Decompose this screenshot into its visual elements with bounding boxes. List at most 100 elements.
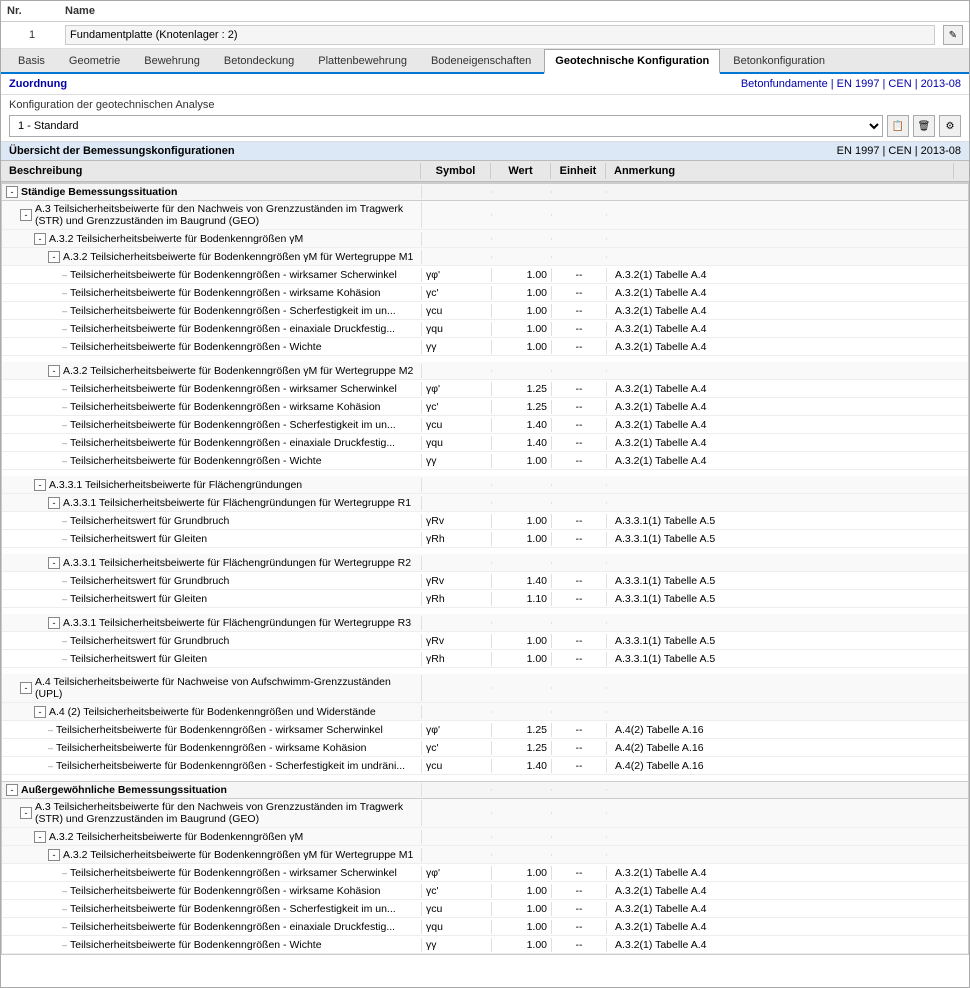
expand-icon[interactable]: -: [20, 807, 32, 819]
tree-group[interactable]: -A.4 Teilsicherheitsbeiwerte für Nachwei…: [2, 674, 968, 703]
row-unit: [552, 711, 607, 713]
expand-icon[interactable]: -: [48, 497, 60, 509]
row-symbol: [422, 562, 492, 564]
config-settings-btn[interactable]: ⚙: [939, 115, 961, 137]
config-select[interactable]: 1 - Standard: [9, 115, 883, 137]
list-item[interactable]: –Teilsicherheitsbeiwerte für Bodenkenngr…: [2, 739, 968, 757]
list-item[interactable]: –Teilsicherheitsbeiwerte für Bodenkenngr…: [2, 864, 968, 882]
tree-group[interactable]: -A.3.3.1 Teilsicherheitsbeiwerte für Flä…: [2, 494, 968, 512]
expand-icon[interactable]: -: [34, 479, 46, 491]
expand-icon[interactable]: -: [48, 849, 60, 861]
tree-group[interactable]: -A.3.2 Teilsicherheitsbeiwerte für Boden…: [2, 828, 968, 846]
row-value: 1.00: [492, 514, 552, 528]
list-item[interactable]: –Teilsicherheitsbeiwerte für Bodenkenngr…: [2, 302, 968, 320]
list-item[interactable]: –Teilsicherheitsbeiwerte für Bodenkenngr…: [2, 936, 968, 954]
tab-bewehrung[interactable]: Bewehrung: [133, 49, 211, 72]
config-copy-btn[interactable]: 📋: [887, 115, 909, 137]
tab-bodeneigenschaften[interactable]: Bodeneigenschaften: [420, 49, 542, 72]
row-symbol: γc': [422, 741, 492, 755]
list-item[interactable]: –Teilsicherheitsbeiwerte für Bodenkenngr…: [2, 721, 968, 739]
row-value: [492, 854, 552, 856]
tree-group[interactable]: -Ständige Bemessungssituation: [2, 183, 968, 201]
list-item[interactable]: –Teilsicherheitsbeiwerte für Bodenkenngr…: [2, 338, 968, 356]
tree-group[interactable]: -A.3.3.1 Teilsicherheitsbeiwerte für Flä…: [2, 614, 968, 632]
expand-icon[interactable]: -: [34, 233, 46, 245]
tab-geotechnische[interactable]: Geotechnische Konfiguration: [544, 49, 720, 74]
list-item[interactable]: –Teilsicherheitsbeiwerte für Bodenkenngr…: [2, 284, 968, 302]
expand-icon[interactable]: -: [48, 365, 60, 377]
tree-container[interactable]: -Ständige Bemessungssituation-A.3 Teilsi…: [1, 182, 969, 955]
tree-group[interactable]: -A.3.2 Teilsicherheitsbeiwerte für Boden…: [2, 362, 968, 380]
list-item[interactable]: –Teilsicherheitsbeiwerte für Bodenkenngr…: [2, 398, 968, 416]
expand-icon[interactable]: -: [48, 251, 60, 263]
tab-basis[interactable]: Basis: [7, 49, 56, 72]
expand-icon[interactable]: -: [6, 186, 18, 198]
row-note: [607, 214, 968, 216]
list-item[interactable]: –Teilsicherheitsbeiwerte für Bodenkenngr…: [2, 416, 968, 434]
tree-group[interactable]: -A.3.3.1 Teilsicherheitsbeiwerte für Flä…: [2, 476, 968, 494]
row-label: Teilsicherheitsbeiwerte für Bodenkenngrö…: [70, 383, 397, 395]
item-name: Fundamentplatte (Knotenlager : 2): [65, 25, 935, 45]
tree-group[interactable]: -A.3.2 Teilsicherheitsbeiwerte für Boden…: [2, 846, 968, 864]
expand-icon[interactable]: -: [34, 706, 46, 718]
row-symbol: γqu: [422, 436, 492, 450]
row-unit: --: [552, 304, 607, 318]
row-symbol: γcu: [422, 304, 492, 318]
list-item[interactable]: –Teilsicherheitswert für GrundbruchγRv1.…: [2, 632, 968, 650]
row-label: A.3.3.1 Teilsicherheitsbeiwerte für Fläc…: [49, 479, 302, 491]
list-item[interactable]: –Teilsicherheitsbeiwerte für Bodenkenngr…: [2, 882, 968, 900]
row-symbol: [422, 789, 492, 791]
tab-geometrie[interactable]: Geometrie: [58, 49, 131, 72]
list-item[interactable]: –Teilsicherheitswert für GrundbruchγRv1.…: [2, 512, 968, 530]
overview-right: EN 1997 | CEN | 2013-08: [837, 145, 961, 157]
row-value: 1.00: [492, 902, 552, 916]
list-item[interactable]: –Teilsicherheitswert für GrundbruchγRv1.…: [2, 572, 968, 590]
expand-icon[interactable]: -: [48, 557, 60, 569]
tree-group[interactable]: -A.3.3.1 Teilsicherheitsbeiwerte für Flä…: [2, 554, 968, 572]
tree-group[interactable]: -A.3.2 Teilsicherheitsbeiwerte für Boden…: [2, 248, 968, 266]
tree-group[interactable]: -A.4 (2) Teilsicherheitsbeiwerte für Bod…: [2, 703, 968, 721]
row-symbol: [422, 711, 492, 713]
list-item[interactable]: –Teilsicherheitswert für GleitenγRh1.10-…: [2, 590, 968, 608]
col-header-wert: Wert: [491, 163, 551, 179]
row-value: 1.00: [492, 268, 552, 282]
list-item[interactable]: –Teilsicherheitsbeiwerte für Bodenkenngr…: [2, 266, 968, 284]
row-label: Teilsicherheitswert für Gleiten: [70, 593, 207, 605]
list-item[interactable]: –Teilsicherheitsbeiwerte für Bodenkenngr…: [2, 918, 968, 936]
row-note: A.4(2) Tabelle A.16: [607, 741, 968, 755]
edit-button[interactable]: ✎: [943, 25, 963, 45]
tree-group[interactable]: -A.3 Teilsicherheitsbeiwerte für den Nac…: [2, 201, 968, 230]
list-item[interactable]: –Teilsicherheitsbeiwerte für Bodenkenngr…: [2, 452, 968, 470]
list-item[interactable]: –Teilsicherheitswert für GleitenγRh1.00-…: [2, 650, 968, 668]
config-delete-btn[interactable]: 🗑: [913, 115, 935, 137]
tab-betondeckung[interactable]: Betondeckung: [213, 49, 305, 72]
row-label: A.3.2 Teilsicherheitsbeiwerte für Bodenk…: [63, 849, 413, 861]
row-value: 1.40: [492, 436, 552, 450]
row-symbol: γγ: [422, 454, 492, 468]
row-label: A.3.3.1 Teilsicherheitsbeiwerte für Fläc…: [63, 497, 411, 509]
tree-group[interactable]: -Außergewöhnliche Bemessungssituation: [2, 781, 968, 799]
row-note: [607, 812, 968, 814]
leaf-dash: –: [62, 306, 67, 316]
row-note: A.3.2(1) Tabelle A.4: [607, 340, 968, 354]
row-symbol: γφ': [422, 382, 492, 396]
expand-icon[interactable]: -: [20, 209, 32, 221]
list-item[interactable]: –Teilsicherheitsbeiwerte für Bodenkenngr…: [2, 380, 968, 398]
expand-icon[interactable]: -: [48, 617, 60, 629]
list-item[interactable]: –Teilsicherheitsbeiwerte für Bodenkenngr…: [2, 320, 968, 338]
expand-icon[interactable]: -: [34, 831, 46, 843]
row-value: 1.00: [492, 652, 552, 666]
list-item[interactable]: –Teilsicherheitsbeiwerte für Bodenkenngr…: [2, 757, 968, 775]
overview-header: Übersicht der Bemessungskonfigurationen …: [1, 142, 969, 161]
tree-group[interactable]: -A.3 Teilsicherheitsbeiwerte für den Nac…: [2, 799, 968, 828]
tab-betonkonfiguration[interactable]: Betonkonfiguration: [722, 49, 836, 72]
list-item[interactable]: –Teilsicherheitswert für GleitenγRh1.00-…: [2, 530, 968, 548]
list-item[interactable]: –Teilsicherheitsbeiwerte für Bodenkenngr…: [2, 434, 968, 452]
list-item[interactable]: –Teilsicherheitsbeiwerte für Bodenkenngr…: [2, 900, 968, 918]
row-value: [492, 562, 552, 564]
expand-icon[interactable]: -: [6, 784, 18, 796]
tab-plattenbewehrung[interactable]: Plattenbewehrung: [307, 49, 418, 72]
expand-icon[interactable]: -: [20, 682, 32, 694]
tree-group[interactable]: -A.3.2 Teilsicherheitsbeiwerte für Boden…: [2, 230, 968, 248]
row-symbol: γφ': [422, 866, 492, 880]
